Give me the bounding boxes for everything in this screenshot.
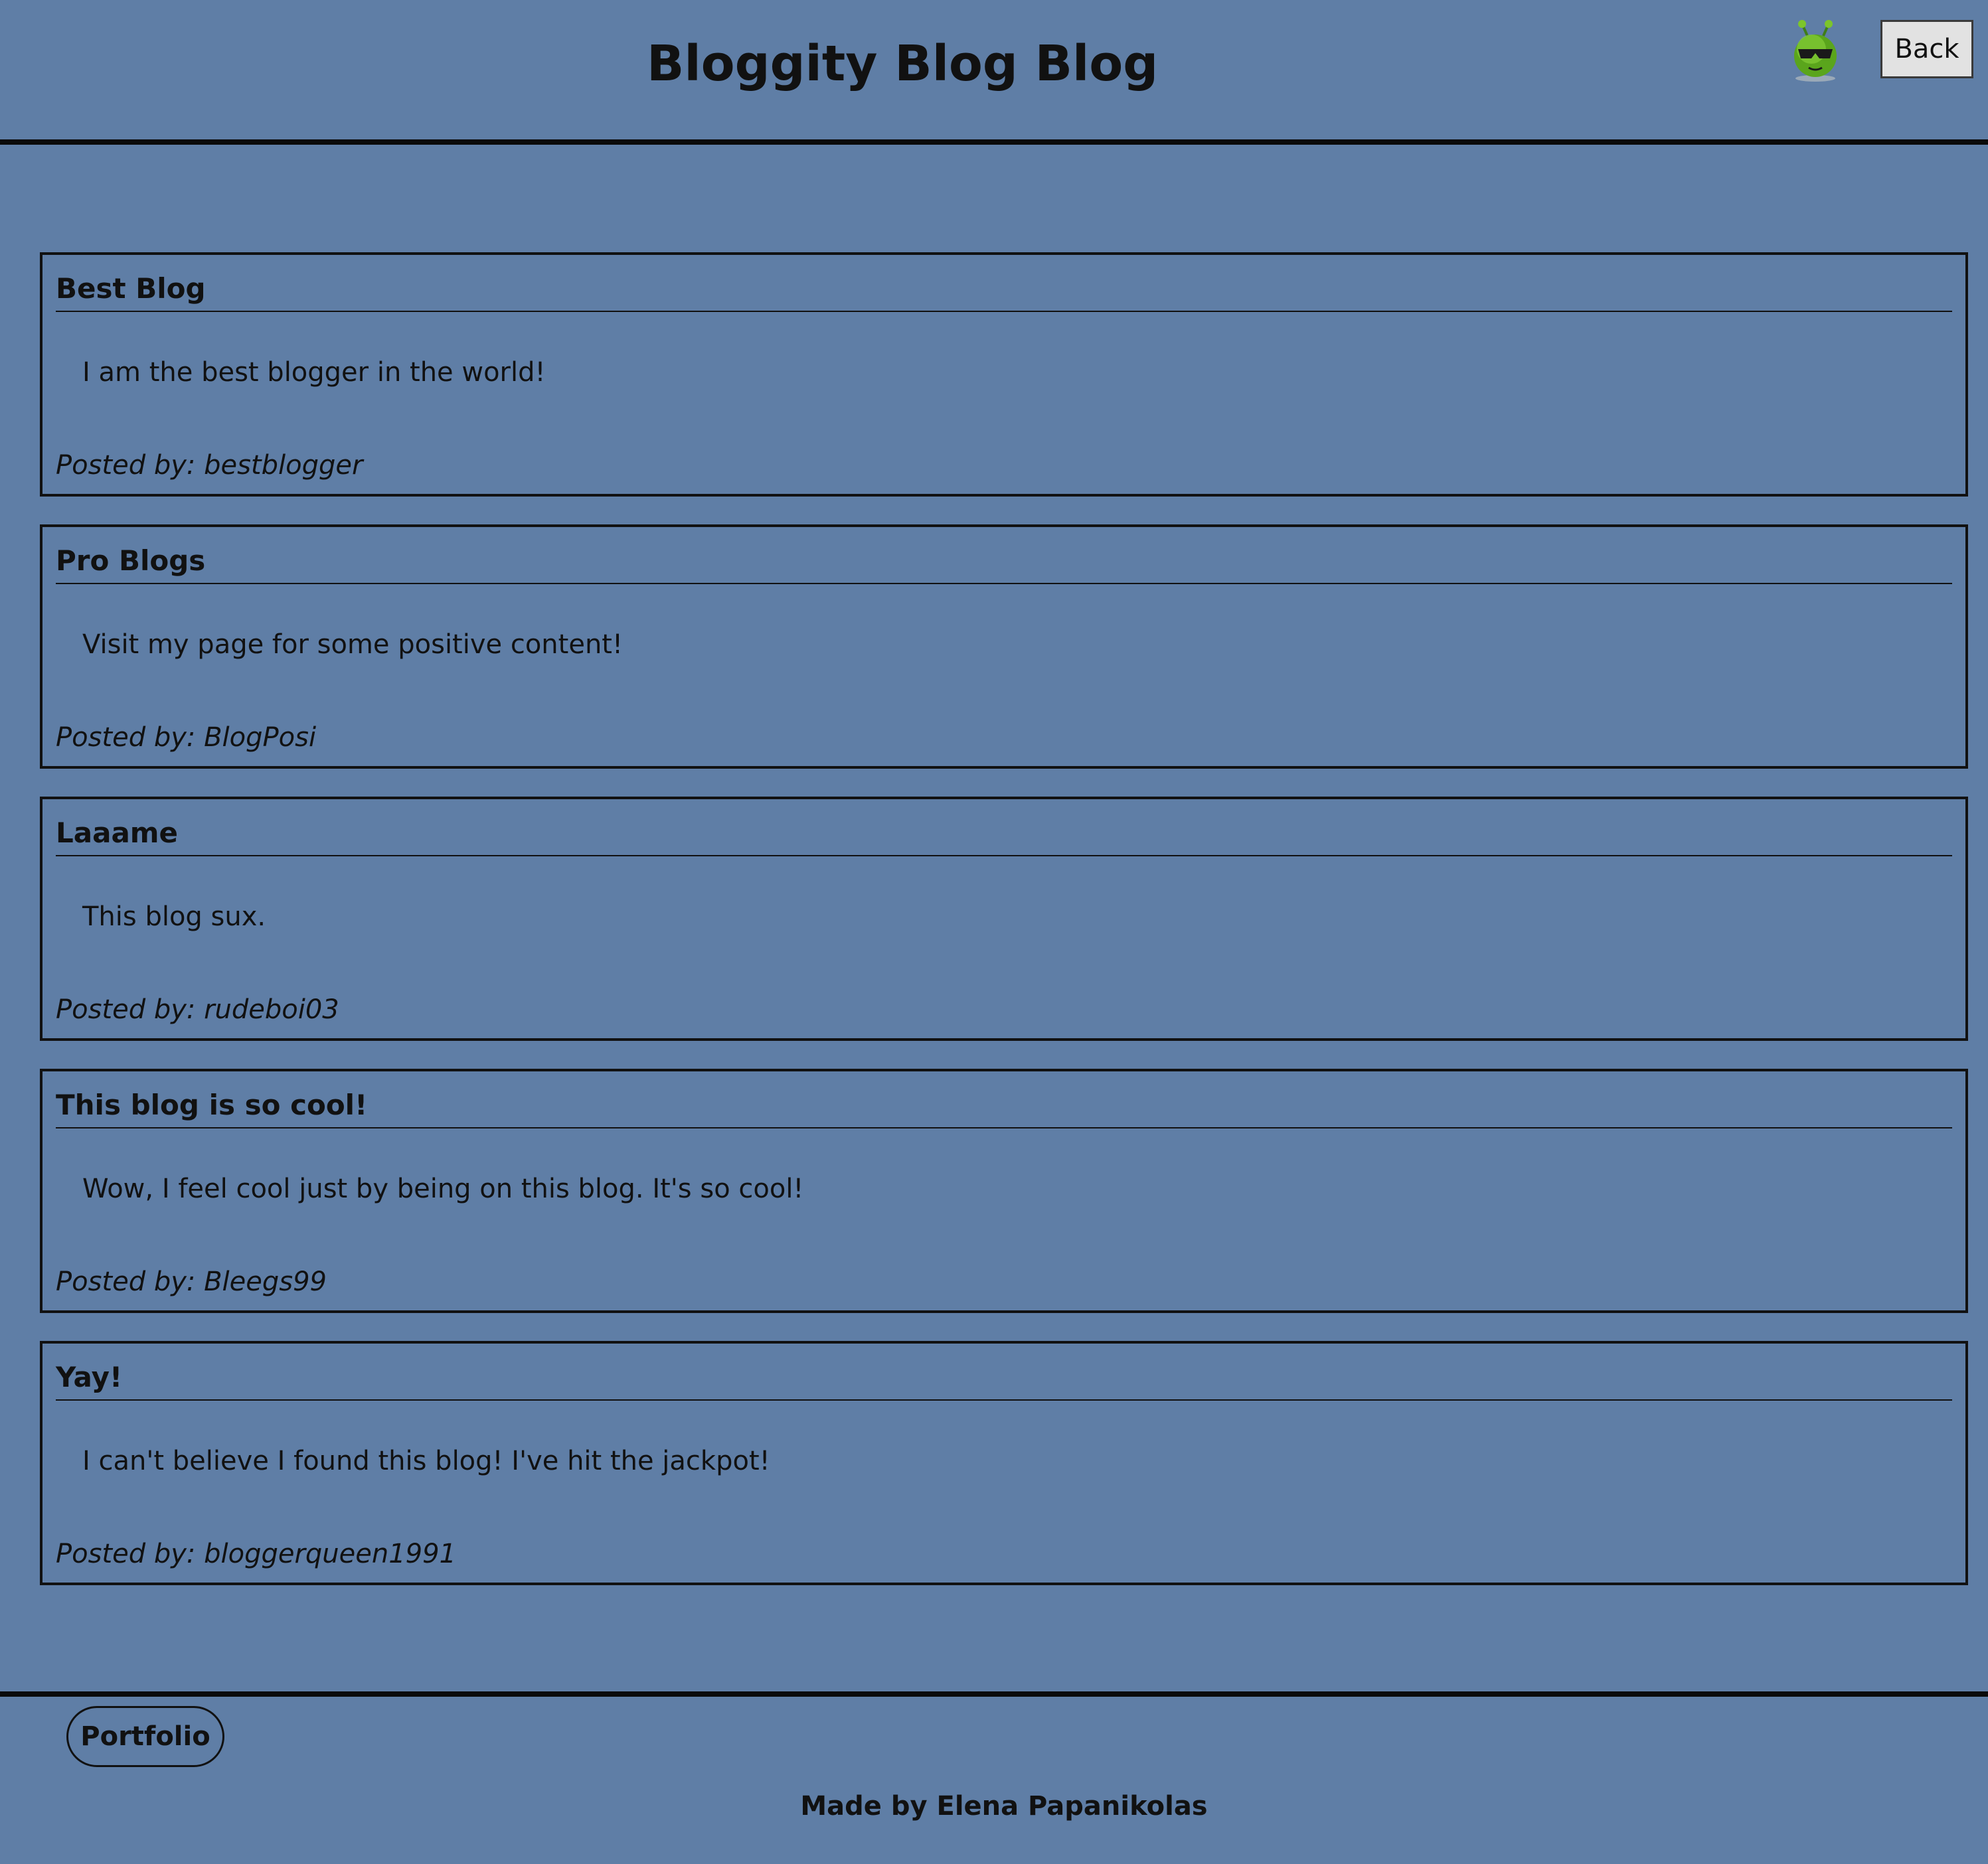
portfolio-button[interactable]: Portfolio <box>66 1706 224 1767</box>
post-author: Posted by: BlogPosi <box>56 722 317 753</box>
alien-face-icon[interactable] <box>1789 19 1842 82</box>
post-body: Visit my page for some positive content! <box>82 629 623 660</box>
post-card: Laaame This blog sux. Posted by: rudeboi… <box>40 797 1968 1041</box>
post-title: Yay! <box>56 1359 1952 1401</box>
post-body: Wow, I feel cool just by being on this b… <box>82 1174 804 1204</box>
post-title: Best Blog <box>56 271 1952 312</box>
back-button[interactable]: Back <box>1880 20 1973 78</box>
post-author: Posted by: rudeboi03 <box>56 994 339 1025</box>
post-title: This blog is so cool! <box>56 1087 1952 1128</box>
post-body: I am the best blogger in the world! <box>82 357 546 388</box>
post-list: Best Blog I am the best blogger in the w… <box>40 252 1968 1613</box>
page-footer: Portfolio Made by Elena Papanikolas <box>0 1691 1988 1864</box>
post-author: Posted by: bloggerqueen1991 <box>56 1539 457 1569</box>
post-card: Pro Blogs Visit my page for some positiv… <box>40 524 1968 769</box>
page-title: Bloggity Blog Blog <box>647 35 1159 92</box>
post-body: This blog sux. <box>82 901 266 932</box>
post-author: Posted by: Bleegs99 <box>56 1267 327 1297</box>
post-card: This blog is so cool! Wow, I feel cool j… <box>40 1069 1968 1313</box>
post-title: Laaame <box>56 815 1952 856</box>
post-card: Best Blog I am the best blogger in the w… <box>40 252 1968 497</box>
post-body: I can't believe I found this blog! I've … <box>82 1446 770 1476</box>
post-title: Pro Blogs <box>56 543 1952 584</box>
post-card: Yay! I can't believe I found this blog! … <box>40 1341 1968 1585</box>
post-author: Posted by: bestblogger <box>56 450 363 481</box>
page-header: Bloggity Blog Blog Back <box>0 0 1988 145</box>
footer-credit: Made by Elena Papanikolas <box>800 1791 1208 1822</box>
